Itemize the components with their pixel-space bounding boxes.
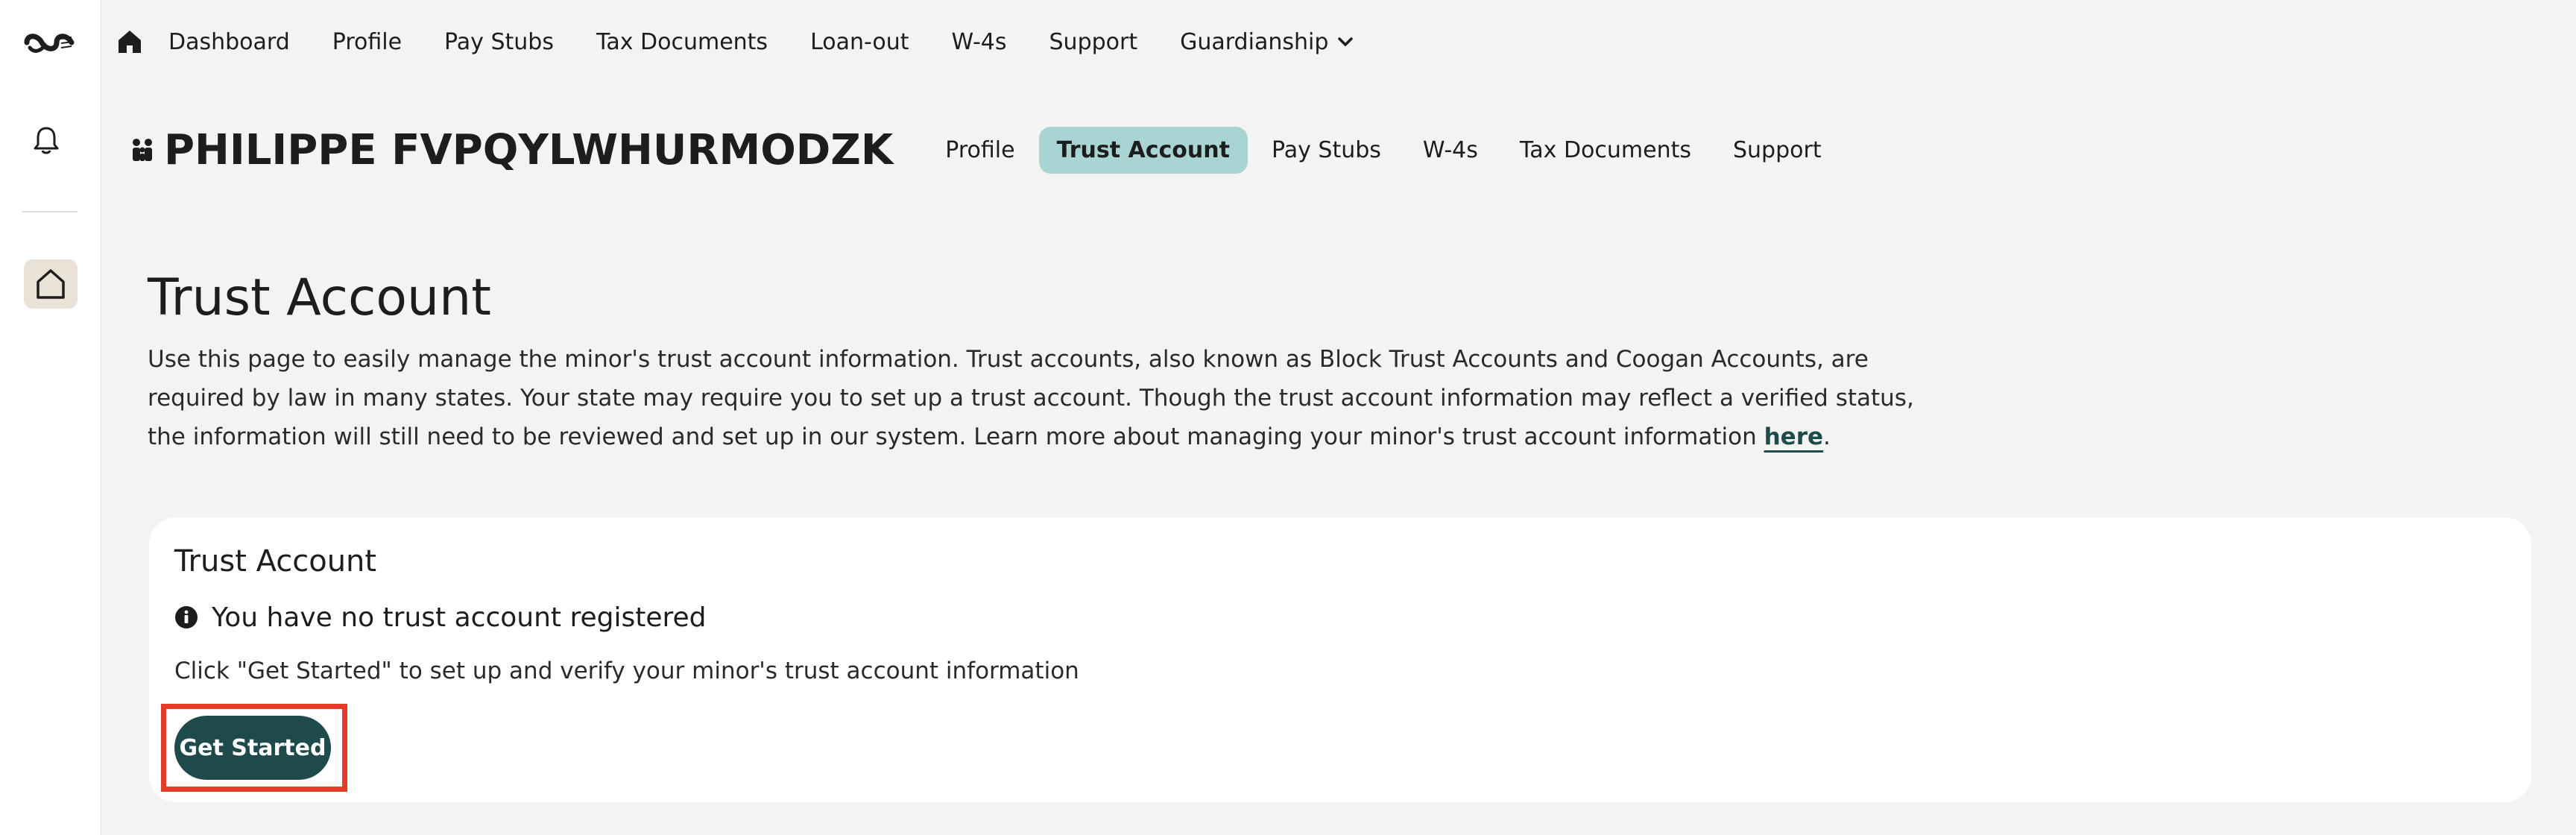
page-intro: Use this page to easily manage the minor… xyxy=(148,340,1959,456)
nav-guardianship-dropdown[interactable]: Guardianship xyxy=(1180,29,1354,55)
trust-account-card: Trust Account You have no trust account … xyxy=(149,517,2531,802)
nav-support[interactable]: Support xyxy=(1049,29,1138,55)
info-icon xyxy=(174,605,200,631)
tab-support[interactable]: Support xyxy=(1715,127,1840,174)
tab-w4s[interactable]: W-4s xyxy=(1405,127,1496,174)
status-message: You have no trust account registered xyxy=(212,602,707,633)
learn-more-link[interactable]: here xyxy=(1764,423,1823,450)
bell-icon[interactable] xyxy=(33,125,60,155)
minor-subheader: PHILIPPE FVPQYLWHURMODZK Profile Trust A… xyxy=(130,121,1846,179)
nav-dashboard[interactable]: Dashboard xyxy=(168,29,290,55)
nav-w4s[interactable]: W-4s xyxy=(952,29,1007,55)
nav-profile[interactable]: Profile xyxy=(332,29,402,55)
tab-tax-documents[interactable]: Tax Documents xyxy=(1502,127,1709,174)
nav-pay-stubs[interactable]: Pay Stubs xyxy=(444,29,554,55)
family-icon xyxy=(130,133,157,166)
card-description: Click "Get Started" to set up and verify… xyxy=(174,658,1079,684)
tab-pay-stubs[interactable]: Pay Stubs xyxy=(1254,127,1399,174)
nav-tax-documents[interactable]: Tax Documents xyxy=(596,29,768,55)
get-started-button[interactable]: Get Started xyxy=(174,716,331,780)
card-title: Trust Account xyxy=(174,544,377,579)
tab-profile[interactable]: Profile xyxy=(927,127,1032,174)
minor-name: PHILIPPE FVPQYLWHURMODZK xyxy=(164,125,894,174)
sidebar-home-button[interactable] xyxy=(24,259,78,309)
home-outline-icon xyxy=(37,269,65,299)
sidebar-divider xyxy=(22,211,78,212)
brand-logo-icon[interactable] xyxy=(22,25,78,60)
card-status: You have no trust account registered xyxy=(174,602,707,633)
home-icon[interactable] xyxy=(116,27,146,57)
intro-end: . xyxy=(1823,423,1831,450)
sidebar xyxy=(0,0,101,835)
intro-text: Use this page to easily manage the minor… xyxy=(148,346,1914,450)
top-nav: Dashboard Profile Pay Stubs Tax Document… xyxy=(101,0,2576,84)
nav-loan-out[interactable]: Loan-out xyxy=(810,29,909,55)
chevron-down-icon xyxy=(1338,37,1354,46)
nav-guardianship-label: Guardianship xyxy=(1180,28,1329,55)
page-title: Trust Account xyxy=(148,268,491,327)
tab-trust-account[interactable]: Trust Account xyxy=(1038,126,1248,174)
